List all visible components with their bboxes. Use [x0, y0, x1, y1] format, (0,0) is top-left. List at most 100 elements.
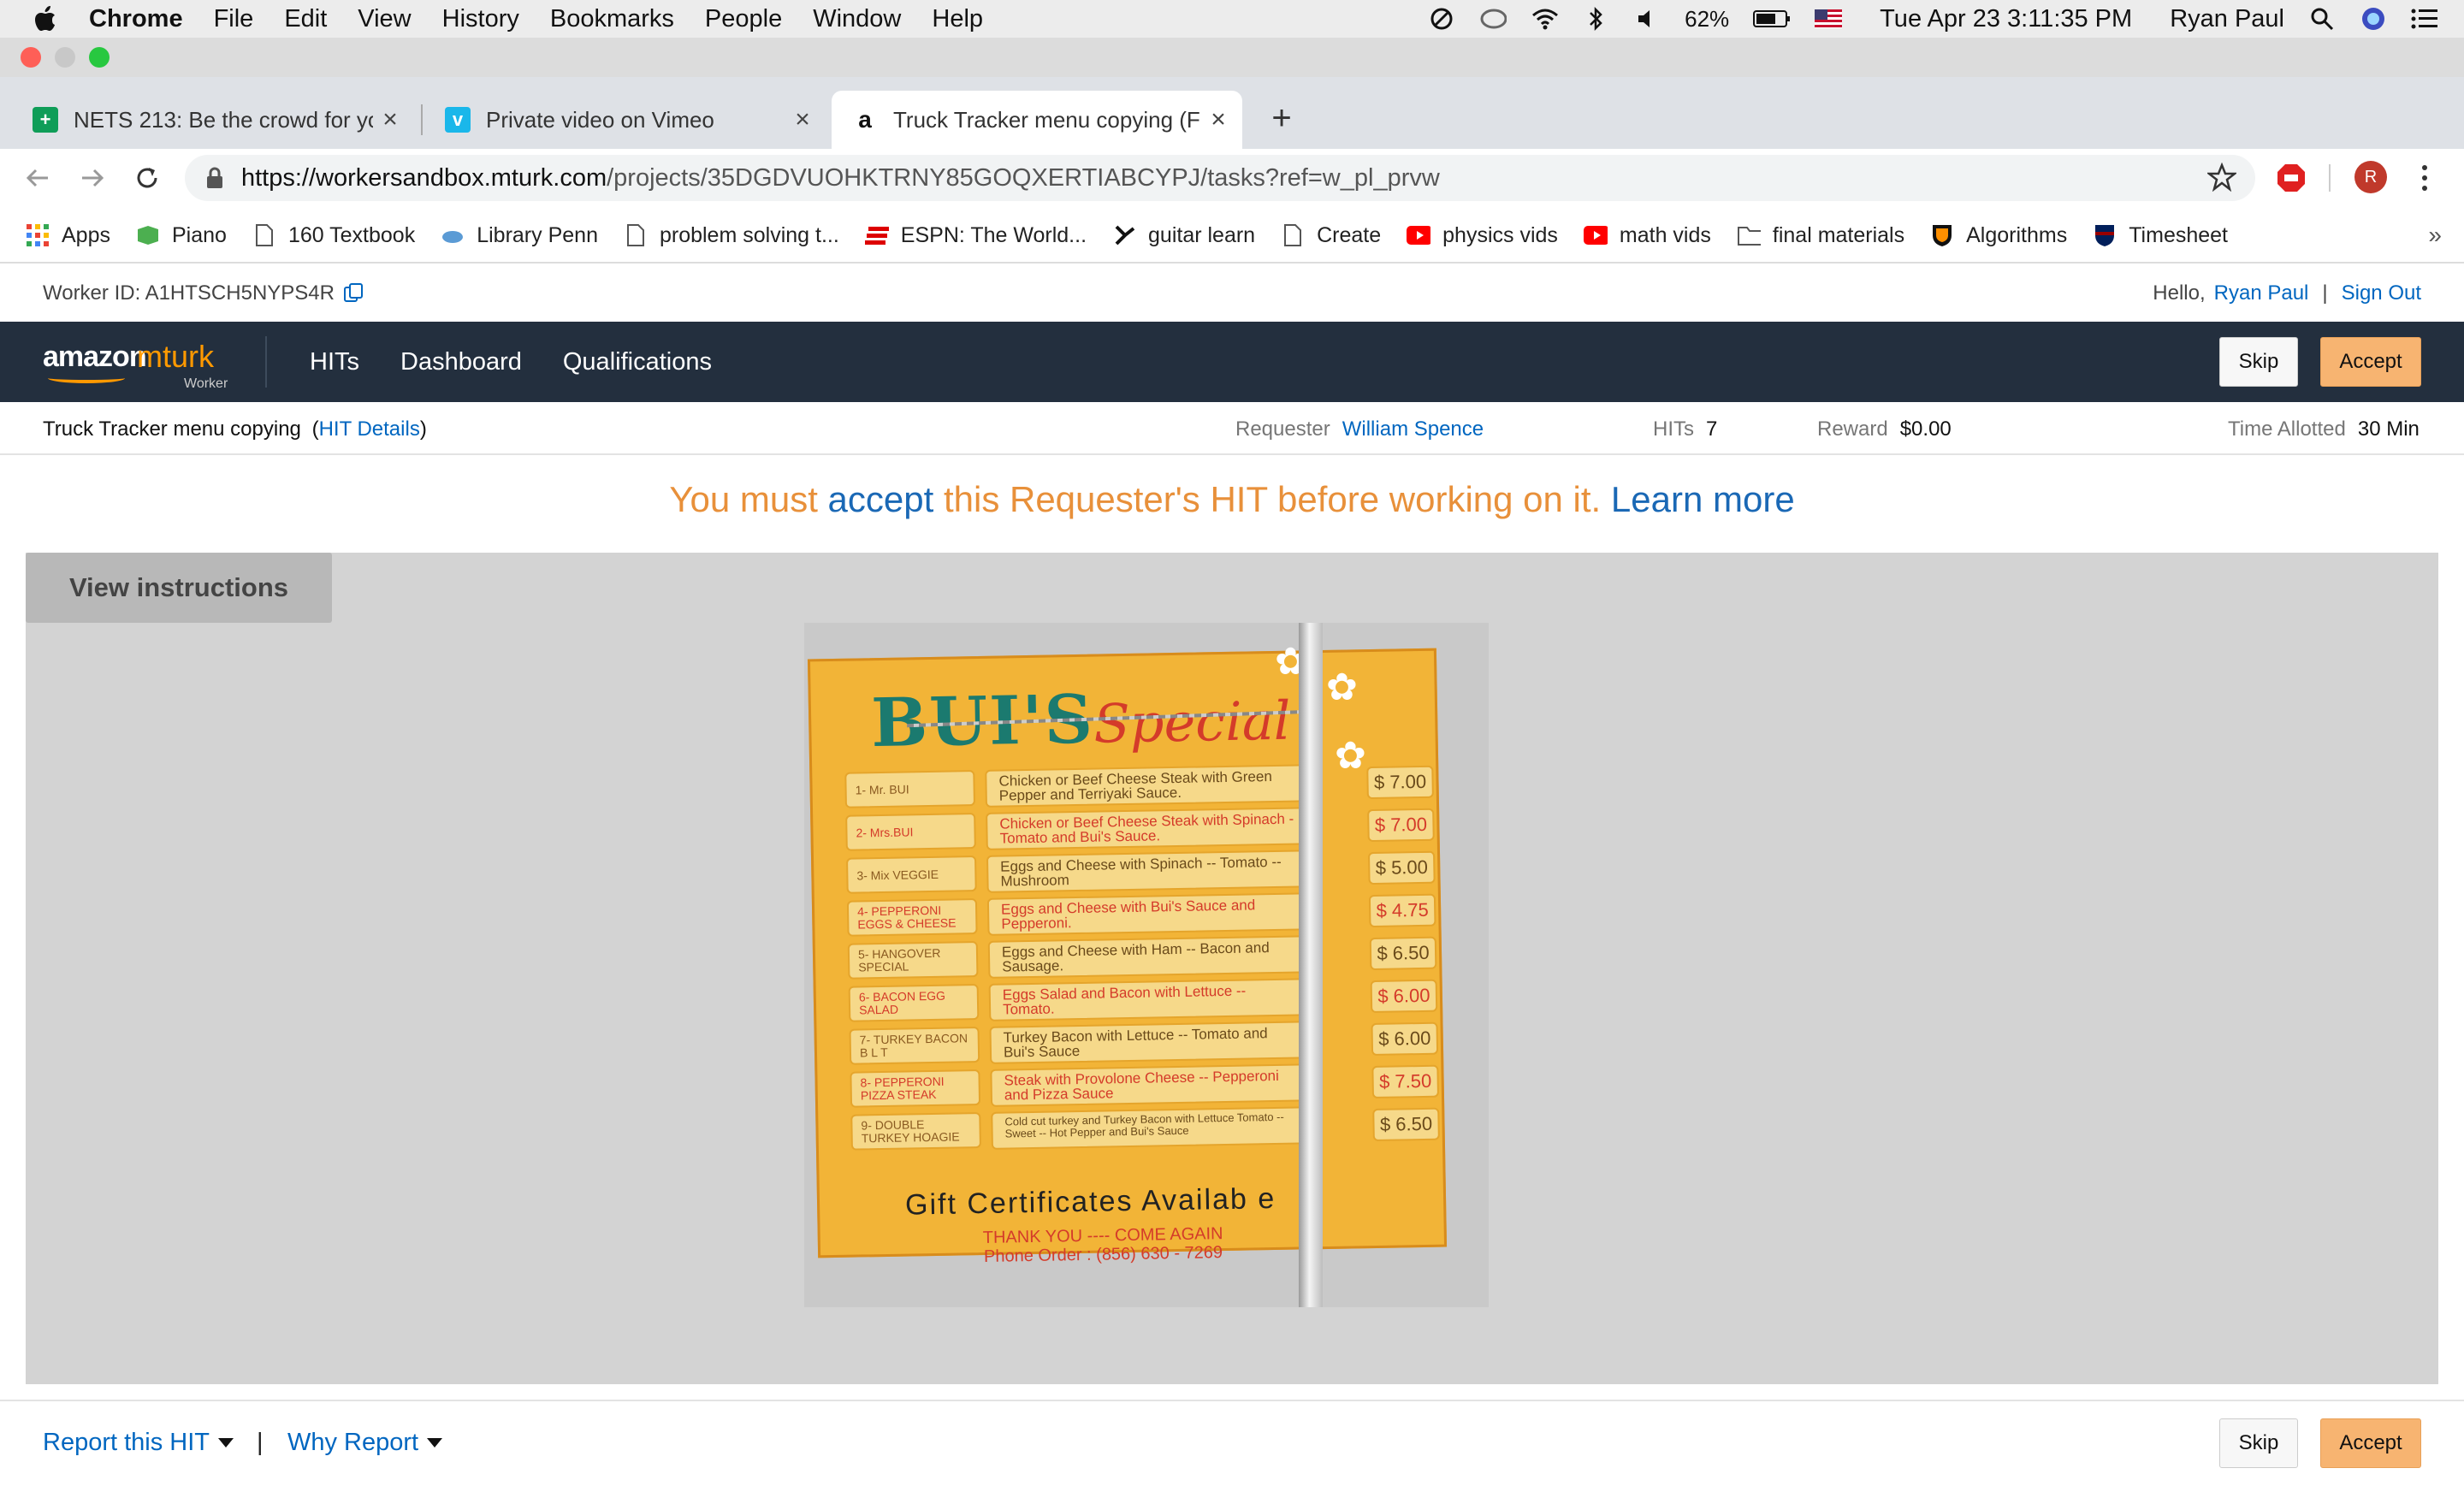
lock-icon[interactable] — [205, 166, 224, 190]
menu-chrome[interactable]: Chrome — [89, 5, 183, 33]
hit-details-open: ( — [311, 417, 319, 441]
back-icon[interactable] — [19, 159, 56, 197]
report-hit-dropdown[interactable]: Report this HIT — [43, 1429, 234, 1457]
accept-warning-banner: You must accept this Requester's HIT bef… — [0, 479, 2464, 520]
clock[interactable]: Tue Apr 23 3:11:35 PM — [1880, 5, 2132, 33]
learn-more-link[interactable]: Learn more — [1611, 479, 1795, 519]
battery-icon[interactable] — [1753, 5, 1791, 33]
bookmark-final-materials[interactable]: final materials — [1737, 223, 1904, 248]
battery-percent: 62% — [1685, 5, 1730, 32]
nav-dashboard[interactable]: Dashboard — [400, 348, 522, 376]
menu-bookmarks[interactable]: Bookmarks — [550, 5, 674, 33]
skip-button[interactable]: Skip — [2219, 337, 2298, 387]
copy-icon[interactable] — [343, 282, 364, 305]
us-flag-icon[interactable] — [1815, 5, 1843, 33]
footer-skip-button[interactable]: Skip — [2219, 1418, 2298, 1468]
hit-details-link[interactable]: HIT Details — [319, 417, 420, 441]
bookmark-physics-vids[interactable]: physics vids — [1407, 223, 1558, 248]
worker-name-link[interactable]: Ryan Paul — [2214, 281, 2309, 305]
address-bar[interactable]: https://workersandbox.mturk.com/projects… — [185, 155, 2255, 201]
reload-icon[interactable] — [128, 159, 166, 197]
creative-cloud-icon[interactable] — [1479, 5, 1507, 33]
worker-info-bar: Worker ID: A1HTSCH5NYPS4R Hello, Ryan Pa… — [0, 265, 2464, 322]
notification-center-icon[interactable] — [2411, 5, 2438, 33]
close-window-button[interactable] — [21, 47, 41, 68]
tab-truck-tracker[interactable]: a Truck Tracker menu copying (F × — [832, 91, 1242, 149]
new-tab-button[interactable]: + — [1265, 99, 1299, 137]
do-not-disturb-icon[interactable] — [1428, 5, 1455, 33]
requester-link[interactable]: William Spence — [1342, 417, 1484, 441]
profile-avatar[interactable]: R — [2354, 161, 2387, 193]
banner-accept-link[interactable]: accept — [828, 479, 934, 519]
report-hit-link[interactable]: Report this HIT — [43, 1429, 210, 1457]
bookmark-star-icon[interactable] — [2206, 162, 2238, 196]
menu-window[interactable]: Window — [813, 5, 901, 33]
wifi-icon[interactable] — [1531, 5, 1559, 33]
bookmark-label: Library Penn — [477, 222, 598, 247]
maximize-window-button[interactable] — [89, 47, 110, 68]
siri-icon[interactable] — [2360, 5, 2387, 33]
bookmarks-overflow-icon[interactable]: » — [2428, 222, 2442, 249]
adblock-icon[interactable] — [2276, 163, 2307, 198]
menu-view[interactable]: View — [358, 5, 411, 33]
menu-file[interactable]: File — [214, 5, 254, 33]
time-allotted-label: Time Allotted — [2228, 417, 2346, 441]
tab-vimeo[interactable]: v Private video on Vimeo × — [424, 91, 826, 149]
bookmark-library-penn[interactable]: Library Penn — [441, 223, 598, 248]
menu-edit[interactable]: Edit — [284, 5, 327, 33]
spotlight-search-icon[interactable] — [2308, 5, 2336, 33]
bookmark-piano[interactable]: Piano — [136, 223, 227, 248]
menu-history[interactable]: History — [442, 5, 519, 33]
bookmark-timesheet[interactable]: Timesheet — [2093, 223, 2228, 248]
menu-row: 4- PEPPERONI EGGS & CHEESE Eggs and Chees… — [846, 892, 1436, 938]
mturk-logo[interactable]: amazon mturk Worker — [43, 332, 240, 392]
worker-id: Worker ID: A1HTSCH5NYPS4R — [43, 281, 335, 305]
close-tab-icon[interactable]: × — [785, 105, 820, 134]
tab-nets213[interactable]: + NETS 213: Be the crowd for yo × — [12, 91, 414, 149]
bookmark-apps[interactable]: Apps — [26, 223, 110, 248]
why-report-dropdown[interactable]: Why Report — [287, 1429, 443, 1457]
tab-title: Private video on Vimeo — [486, 106, 714, 133]
item-desc: Eggs Salad and Bacon with Lettuce -- Tom… — [988, 978, 1315, 1021]
mturk-navbar: amazon mturk Worker HITs Dashboard Quali… — [0, 322, 2464, 402]
chevron-down-icon — [427, 1438, 443, 1448]
bluetooth-icon[interactable] — [1582, 5, 1609, 33]
amazon-smile-icon — [48, 373, 125, 383]
bookmark-label: Algorithms — [1966, 222, 2068, 247]
youtube-icon — [1583, 223, 1608, 247]
amazon-icon: a — [852, 106, 878, 133]
menu-people[interactable]: People — [705, 5, 782, 33]
volume-icon[interactable] — [1633, 5, 1661, 33]
minimize-window-button[interactable] — [55, 47, 75, 68]
bookmark-espn[interactable]: ESPN: The World... — [864, 222, 1087, 248]
close-tab-icon[interactable]: × — [373, 105, 407, 134]
item-desc: Cold cut turkey and Turkey Bacon with Le… — [991, 1106, 1317, 1150]
bookmark-guitar-learn[interactable]: guitar learn — [1112, 223, 1255, 248]
nav-qualifications[interactable]: Qualifications — [563, 348, 712, 376]
chrome-menu-icon[interactable] — [2418, 163, 2431, 198]
menu-help[interactable]: Help — [932, 5, 983, 33]
bookmark-create[interactable]: Create — [1281, 223, 1381, 248]
bookmark-160-textbook[interactable]: 160 Textbook — [252, 223, 415, 248]
window-titlebar — [0, 38, 2464, 77]
bookmark-algorithms[interactable]: Algorithms — [1930, 223, 2067, 248]
page-icon — [624, 223, 648, 247]
sign-out-link[interactable]: Sign Out — [2342, 281, 2421, 305]
close-tab-icon[interactable]: × — [1201, 105, 1235, 134]
item-desc: Eggs and Cheese with Bui's Sauce and Pep… — [986, 892, 1313, 936]
nav-hits[interactable]: HITs — [310, 348, 359, 376]
accept-button[interactable]: Accept — [2320, 337, 2421, 387]
user-name[interactable]: Ryan Paul — [2170, 5, 2284, 33]
apple-icon[interactable] — [34, 6, 60, 32]
hello-text: Hello, — [2153, 281, 2206, 305]
forward-icon[interactable] — [74, 159, 111, 197]
bookmark-label: ESPN: The World... — [900, 222, 1087, 247]
footer-accept-button[interactable]: Accept — [2320, 1418, 2421, 1468]
why-report-link[interactable]: Why Report — [287, 1429, 418, 1457]
view-instructions-button[interactable]: View instructions — [26, 553, 332, 623]
bookmark-problem-solving[interactable]: problem solving t... — [624, 223, 839, 248]
bookmark-math-vids[interactable]: math vids — [1583, 223, 1711, 248]
item-name: 6- BACON EGG SALAD — [848, 984, 980, 1022]
reward-label: Reward — [1817, 417, 1888, 441]
link-separator: | — [2322, 281, 2328, 305]
